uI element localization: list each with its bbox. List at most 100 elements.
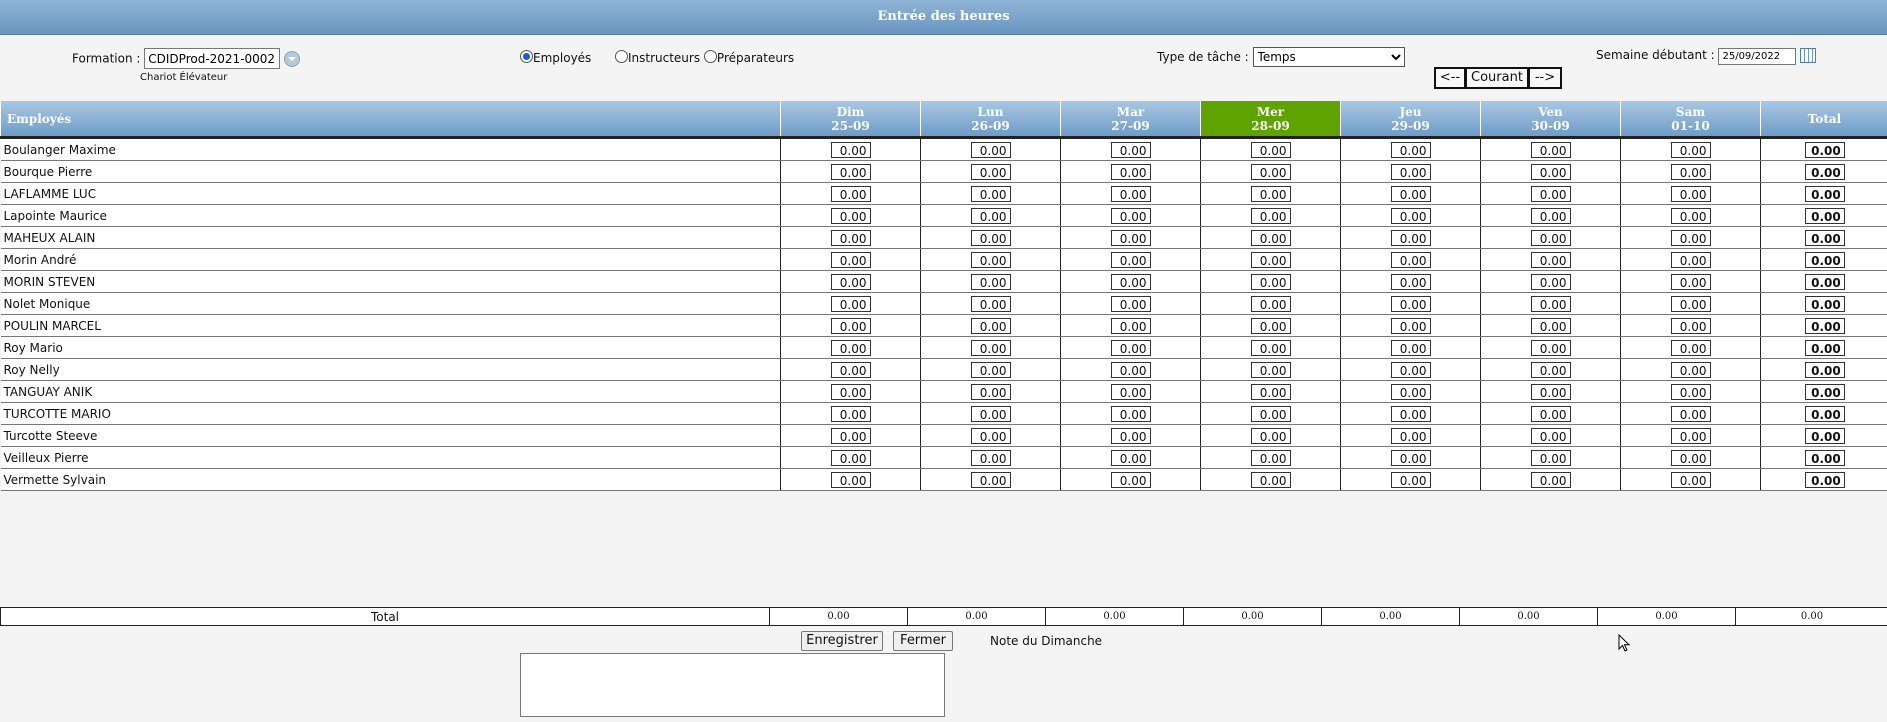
hours-input[interactable]: 0.00 — [1390, 207, 1431, 224]
hours-input[interactable]: 0.00 — [1670, 339, 1711, 356]
hours-input[interactable]: 0.00 — [1670, 229, 1711, 246]
hours-input[interactable]: 0.00 — [970, 471, 1011, 488]
hours-input[interactable]: 0.00 — [1110, 317, 1151, 334]
hours-input[interactable]: 0.00 — [1670, 427, 1711, 444]
hours-input[interactable]: 0.00 — [1390, 141, 1431, 158]
hours-input[interactable]: 0.00 — [1530, 317, 1571, 334]
hours-input[interactable]: 0.00 — [1390, 449, 1431, 466]
hours-input[interactable]: 0.00 — [1390, 339, 1431, 356]
hours-input[interactable]: 0.00 — [830, 339, 871, 356]
hours-input[interactable]: 0.00 — [970, 251, 1011, 268]
hours-input[interactable]: 0.00 — [830, 251, 871, 268]
hours-input[interactable]: 0.00 — [970, 185, 1011, 202]
hours-input[interactable]: 0.00 — [1530, 339, 1571, 356]
hours-input[interactable]: 0.00 — [1110, 207, 1151, 224]
hours-input[interactable]: 0.00 — [1390, 185, 1431, 202]
hours-input[interactable]: 0.00 — [830, 317, 871, 334]
hours-input[interactable]: 0.00 — [1530, 163, 1571, 180]
hours-input[interactable]: 0.00 — [1670, 405, 1711, 422]
hours-input[interactable]: 0.00 — [1530, 449, 1571, 466]
hours-input[interactable]: 0.00 — [1390, 427, 1431, 444]
hours-input[interactable]: 0.00 — [970, 339, 1011, 356]
hours-input[interactable]: 0.00 — [1110, 141, 1151, 158]
hours-input[interactable]: 0.00 — [1390, 317, 1431, 334]
hours-input[interactable]: 0.00 — [1670, 383, 1711, 400]
hours-input[interactable]: 0.00 — [1250, 141, 1291, 158]
hours-input[interactable]: 0.00 — [970, 449, 1011, 466]
hours-input[interactable]: 0.00 — [1390, 229, 1431, 246]
hours-input[interactable]: 0.00 — [830, 273, 871, 290]
radio-instructeurs[interactable] — [614, 50, 628, 63]
hours-input[interactable]: 0.00 — [1110, 251, 1151, 268]
hours-input[interactable]: 0.00 — [1250, 405, 1291, 422]
note-textarea[interactable] — [520, 653, 945, 717]
hours-input[interactable]: 0.00 — [830, 141, 871, 158]
hours-input[interactable]: 0.00 — [970, 273, 1011, 290]
hours-input[interactable]: 0.00 — [1390, 471, 1431, 488]
hours-input[interactable]: 0.00 — [1530, 405, 1571, 422]
hours-input[interactable]: 0.00 — [1530, 361, 1571, 378]
hours-input[interactable]: 0.00 — [1670, 273, 1711, 290]
hours-input[interactable]: 0.00 — [830, 185, 871, 202]
hours-input[interactable]: 0.00 — [1110, 295, 1151, 312]
hours-input[interactable]: 0.00 — [1110, 427, 1151, 444]
hours-input[interactable]: 0.00 — [1250, 449, 1291, 466]
hours-input[interactable]: 0.00 — [970, 229, 1011, 246]
hours-input[interactable]: 0.00 — [1670, 471, 1711, 488]
hours-input[interactable]: 0.00 — [830, 295, 871, 312]
hours-input[interactable]: 0.00 — [970, 405, 1011, 422]
hours-input[interactable]: 0.00 — [1390, 251, 1431, 268]
hours-input[interactable]: 0.00 — [970, 427, 1011, 444]
hours-input[interactable]: 0.00 — [1390, 295, 1431, 312]
hours-input[interactable]: 0.00 — [1670, 163, 1711, 180]
current-week-button[interactable]: Courant — [1465, 67, 1529, 89]
hours-input[interactable]: 0.00 — [1530, 185, 1571, 202]
hours-input[interactable]: 0.00 — [830, 383, 871, 400]
hours-input[interactable]: 0.00 — [1670, 449, 1711, 466]
hours-input[interactable]: 0.00 — [1110, 361, 1151, 378]
hours-input[interactable]: 0.00 — [970, 141, 1011, 158]
calendar-icon[interactable] — [1800, 48, 1817, 63]
hours-input[interactable]: 0.00 — [1530, 427, 1571, 444]
hours-input[interactable]: 0.00 — [1110, 405, 1151, 422]
hours-input[interactable]: 0.00 — [1250, 339, 1291, 356]
hours-input[interactable]: 0.00 — [1670, 141, 1711, 158]
hours-input[interactable]: 0.00 — [1530, 141, 1571, 158]
hours-input[interactable]: 0.00 — [1670, 295, 1711, 312]
hours-input[interactable]: 0.00 — [1250, 185, 1291, 202]
formation-input[interactable] — [144, 48, 281, 69]
hours-input[interactable]: 0.00 — [1110, 471, 1151, 488]
hours-input[interactable]: 0.00 — [1250, 295, 1291, 312]
hours-input[interactable]: 0.00 — [1110, 339, 1151, 356]
week-start-input[interactable] — [1718, 48, 1797, 65]
hours-input[interactable]: 0.00 — [1670, 317, 1711, 334]
hours-input[interactable]: 0.00 — [1530, 229, 1571, 246]
hours-input[interactable]: 0.00 — [1110, 185, 1151, 202]
hours-input[interactable]: 0.00 — [1670, 251, 1711, 268]
hours-input[interactable]: 0.00 — [1530, 471, 1571, 488]
hours-input[interactable]: 0.00 — [830, 163, 871, 180]
hours-input[interactable]: 0.00 — [1250, 207, 1291, 224]
formation-dropdown-icon[interactable] — [284, 51, 301, 67]
hours-input[interactable]: 0.00 — [1390, 405, 1431, 422]
hours-input[interactable]: 0.00 — [1390, 383, 1431, 400]
hours-input[interactable]: 0.00 — [1110, 163, 1151, 180]
hours-input[interactable]: 0.00 — [830, 427, 871, 444]
hours-input[interactable]: 0.00 — [1530, 207, 1571, 224]
hours-input[interactable]: 0.00 — [1530, 251, 1571, 268]
hours-input[interactable]: 0.00 — [1110, 229, 1151, 246]
hours-input[interactable]: 0.00 — [830, 405, 871, 422]
prev-week-button[interactable]: <-- — [1434, 67, 1466, 89]
radio-employes[interactable] — [520, 50, 533, 63]
close-button[interactable]: Fermer — [893, 631, 953, 651]
hours-input[interactable]: 0.00 — [970, 361, 1011, 378]
hours-input[interactable]: 0.00 — [970, 317, 1011, 334]
hours-input[interactable]: 0.00 — [970, 383, 1011, 400]
hours-input[interactable]: 0.00 — [1390, 163, 1431, 180]
hours-input[interactable]: 0.00 — [830, 207, 871, 224]
hours-input[interactable]: 0.00 — [1250, 427, 1291, 444]
hours-input[interactable]: 0.00 — [1670, 361, 1711, 378]
hours-input[interactable]: 0.00 — [1250, 229, 1291, 246]
hours-input[interactable]: 0.00 — [970, 207, 1011, 224]
hours-input[interactable]: 0.00 — [1250, 163, 1291, 180]
